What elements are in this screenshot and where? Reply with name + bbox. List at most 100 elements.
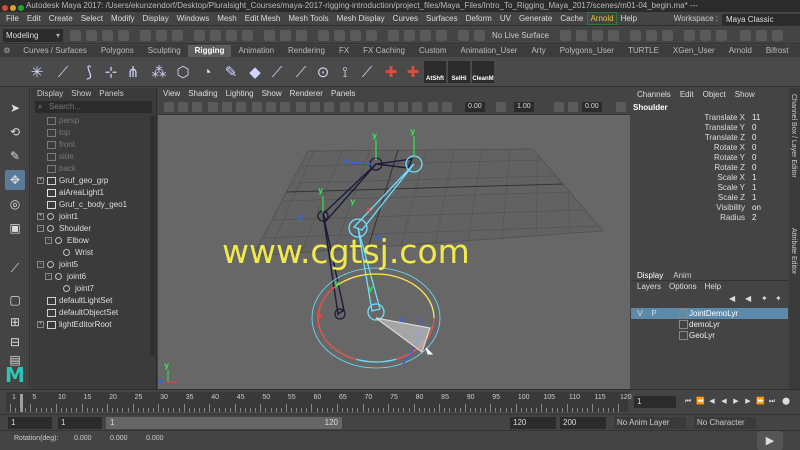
layer-row[interactable]: demoLyr xyxy=(631,319,788,330)
layer-tab-anim[interactable]: Anim xyxy=(673,271,691,280)
channel-value[interactable]: 0 xyxy=(752,153,756,163)
viewport-tool-icon[interactable] xyxy=(412,102,422,112)
viewport-tool-icon[interactable] xyxy=(428,102,438,112)
side-tab-attribute-editor[interactable]: Attribute Editor xyxy=(790,228,797,274)
status-tool-icon[interactable] xyxy=(350,30,361,41)
outliner-menu-show[interactable]: Show xyxy=(71,89,91,98)
paint-weights-icon[interactable]: ⟋ xyxy=(290,61,312,83)
shelf-tab-polygons[interactable]: Polygons xyxy=(94,45,141,57)
viewport-tool-icon[interactable] xyxy=(310,102,320,112)
render-tool-icon[interactable] xyxy=(700,30,711,41)
insert-joint-icon[interactable]: ⊹ xyxy=(100,61,122,83)
status-tool-icon[interactable] xyxy=(366,30,377,41)
render-tool-icon[interactable] xyxy=(684,30,695,41)
auto-key-icon[interactable]: ⬤ xyxy=(782,397,790,406)
zoom-window-button[interactable] xyxy=(18,5,24,11)
side-tab-channel-box[interactable]: Channel Box / Layer Editor xyxy=(790,94,797,178)
channel-translate-x[interactable]: Translate X 11 xyxy=(631,113,788,123)
menu-surfaces[interactable]: Surfaces xyxy=(422,12,462,25)
window-controls[interactable] xyxy=(2,3,26,12)
menu-mesh-tools[interactable]: Mesh Tools xyxy=(284,12,332,25)
layer-menu-layers[interactable]: Layers xyxy=(637,282,661,291)
status-tool-icon[interactable] xyxy=(458,30,469,41)
shelf-button-cleanm[interactable]: CleanM xyxy=(472,61,494,83)
viewport-tool-icon[interactable] xyxy=(442,102,452,112)
last-tool-icon[interactable]: ⟋ xyxy=(5,258,25,278)
channel-rotate-y[interactable]: Rotate Y 0 xyxy=(631,153,788,163)
outliner-search-field[interactable]: ⌕ Search... xyxy=(35,101,152,113)
single-pane-layout-icon[interactable]: ▢ xyxy=(5,290,25,310)
outliner-item[interactable]: Wrist xyxy=(31,247,156,259)
viewport-tool-icon[interactable] xyxy=(384,102,394,112)
shelf-tab-turtle[interactable]: TURTLE xyxy=(621,45,666,57)
menu-help[interactable]: Help xyxy=(617,12,641,25)
status-tool-icon[interactable] xyxy=(280,30,291,41)
expand-toggle-icon[interactable]: - xyxy=(45,273,52,280)
channel-scale-y[interactable]: Scale Y 1 xyxy=(631,183,788,193)
layer-menu-help[interactable]: Help xyxy=(705,282,721,291)
menu-create[interactable]: Create xyxy=(45,12,77,25)
menu-modify[interactable]: Modify xyxy=(107,12,139,25)
viewport-tool-icon[interactable] xyxy=(554,102,564,112)
viewport-panel[interactable]: View Shading Lighting Show Renderer Panels 0.… xyxy=(158,88,630,389)
workspace-dropdown[interactable]: Maya Classic xyxy=(722,13,800,25)
sculpt-deformer-icon[interactable]: ◆ xyxy=(244,61,266,83)
shelf-tab-arty[interactable]: Arty xyxy=(524,45,552,57)
render-tool-icon[interactable] xyxy=(592,30,603,41)
viewport-exposure-field[interactable]: 0.00 xyxy=(582,102,602,112)
channel-value[interactable]: on xyxy=(752,203,761,213)
step-back-key-icon[interactable]: ⏪ xyxy=(696,397,705,406)
menu-display[interactable]: Display xyxy=(139,12,173,25)
mirror-joint-icon[interactable]: ⋔ xyxy=(122,61,144,83)
channel-translate-y[interactable]: Translate Y 0 xyxy=(631,123,788,133)
viewport-menu-renderer[interactable]: Renderer xyxy=(290,89,323,98)
shelf-tab-animation[interactable]: Animation xyxy=(231,45,281,57)
menu-file[interactable]: File xyxy=(0,12,23,25)
channel-rotate-z[interactable]: Rotate Z 0 xyxy=(631,163,788,173)
viewport-menu-lighting[interactable]: Lighting xyxy=(226,89,254,98)
menu-arnold[interactable]: Arnold xyxy=(587,12,617,25)
time-slider-track[interactable]: 1 5 10 15 20 25 30 35 40 45 50 55 60 65 70 75 80 85 90 95 10… xyxy=(6,392,632,412)
workspace-selector[interactable]: Workspace : Maya Classic xyxy=(674,12,800,25)
status-tool-icon[interactable] xyxy=(156,30,167,41)
anim-layer-dropdown[interactable]: No Anim Layer xyxy=(614,417,686,429)
outliner-scrollbar[interactable] xyxy=(150,116,155,356)
expand-toggle-icon[interactable]: + xyxy=(37,177,44,184)
menu-mesh-display[interactable]: Mesh Display xyxy=(333,12,389,25)
render-tool-icon[interactable] xyxy=(576,30,587,41)
menu-windows[interactable]: Windows xyxy=(173,12,213,25)
status-tool-icon[interactable] xyxy=(264,30,275,41)
status-tool-icon[interactable] xyxy=(140,30,151,41)
outliner-item[interactable]: - Elbow xyxy=(31,235,156,247)
orient-constraint-icon[interactable]: ⟋ xyxy=(356,61,378,83)
channel-value[interactable]: 0 xyxy=(752,133,756,143)
step-forward-key-icon[interactable]: ⏩ xyxy=(756,397,765,406)
viewport-field-1[interactable]: 0.00 xyxy=(465,102,485,112)
status-tool-icon[interactable] xyxy=(420,30,431,41)
range-slider-bar[interactable]: 1 120 xyxy=(106,417,342,429)
shelf-tab-arnold[interactable]: Arnold xyxy=(722,45,759,57)
play-forwards-icon[interactable]: ▶ xyxy=(732,397,740,406)
channel-box-menu-channels[interactable]: Channels xyxy=(637,90,671,99)
viewport-menu-shading[interactable]: Shading xyxy=(188,89,217,98)
viewport-tool-icon[interactable] xyxy=(324,102,334,112)
channel-value[interactable]: 0 xyxy=(752,163,756,173)
status-tool-icon[interactable] xyxy=(194,30,205,41)
step-forward-frame-icon[interactable]: ▶ xyxy=(744,397,752,406)
status-tool-icon[interactable] xyxy=(242,30,253,41)
layer-row[interactable]: GeoLyr xyxy=(631,330,788,341)
rotate-tool-icon[interactable]: ◎ xyxy=(5,194,25,214)
render-tool-icon[interactable] xyxy=(630,30,641,41)
outliner-item[interactable]: top xyxy=(31,127,156,139)
shelf-tab-rendering[interactable]: Rendering xyxy=(281,45,332,57)
render-tool-icon[interactable] xyxy=(560,30,571,41)
status-tool-icon[interactable] xyxy=(70,30,81,41)
expand-toggle-icon[interactable]: + xyxy=(37,213,44,220)
lattice-icon[interactable]: ⬡ xyxy=(172,61,194,83)
end-time-field[interactable]: 200 xyxy=(560,417,606,429)
move-layer-up-icon[interactable]: ◀ xyxy=(729,295,737,303)
close-window-button[interactable] xyxy=(2,5,8,11)
start-time-field[interactable]: 1 xyxy=(8,417,52,429)
character-set-dropdown[interactable]: No Character Set xyxy=(694,417,756,439)
outliner-item[interactable]: - joint5 xyxy=(31,259,156,271)
